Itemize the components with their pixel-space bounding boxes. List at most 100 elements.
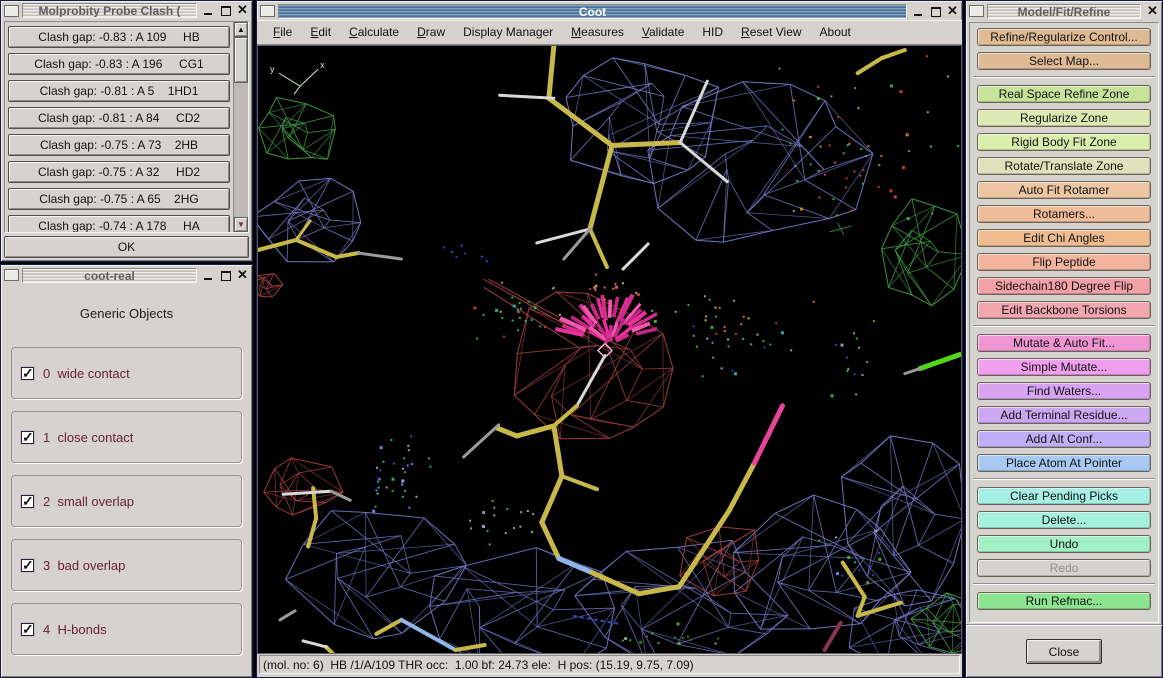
clash-items: Clash gap: -0.83 : A 109 HB Clash gap: -0… <box>5 22 233 232</box>
run-refmac-button[interactable]: Run Refmac... <box>977 592 1151 610</box>
menu-calculate[interactable]: Calculate <box>341 21 407 43</box>
ok-button[interactable]: OK <box>4 236 249 258</box>
generic-object-toggle[interactable]: 3 bad overlap <box>21 558 125 573</box>
clash-item-button[interactable]: Clash gap: -0.74 : A 178 HA <box>8 215 230 232</box>
generic-object-toggle[interactable]: 4 H-bonds <box>21 622 107 637</box>
mfr-window-titlebar[interactable]: Model/Fit/Refine ✕ <box>966 1 1162 20</box>
edit-backbone-torsions-button[interactable]: Edit Backbone Torsions <box>977 301 1151 319</box>
menu-draw[interactable]: Draw <box>409 21 453 43</box>
generic-object-label: 2 small overlap <box>43 494 134 509</box>
molprobity-clash-window: Molprobity Probe Clash ( ✕ Clash gap: -0… <box>0 0 253 262</box>
menu-file[interactable]: File <box>265 21 300 43</box>
menu-hid[interactable]: HID <box>694 21 731 43</box>
delete-button[interactable]: Delete... <box>977 511 1151 529</box>
scroll-down-icon[interactable]: ▼ <box>234 217 248 232</box>
checkbox-checked-icon[interactable] <box>21 559 34 572</box>
clear-pending-picks-button[interactable]: Clear Pending Picks <box>977 487 1151 505</box>
coot-main-window: Coot ✕ FileEditCalculateDrawDisplay Mana… <box>256 0 963 678</box>
maximize-icon[interactable] <box>929 5 942 18</box>
simple-mutate-button[interactable]: Simple Mutate... <box>977 358 1151 376</box>
refine-regularize-control-button[interactable]: Refine/Regularize Control... <box>977 28 1151 46</box>
generic-objects-heading: Generic Objects <box>1 306 252 321</box>
generic-object-frame: 0 wide contact <box>11 347 242 399</box>
rigid-body-fit-zone-button[interactable]: Rigid Body Fit Zone <box>977 133 1151 151</box>
close-icon[interactable]: ✕ <box>236 269 249 282</box>
desktop: Molprobity Probe Clash ( ✕ Clash gap: -0… <box>0 0 1163 678</box>
generic-object-toggle[interactable]: 0 wide contact <box>21 366 130 381</box>
gl-viewport-area: xy <box>257 45 962 654</box>
generic-object-toggle[interactable]: 2 small overlap <box>21 494 134 509</box>
maximize-icon[interactable] <box>219 269 232 282</box>
separator <box>973 583 1155 585</box>
minimize-icon[interactable] <box>202 4 215 17</box>
menu-measures[interactable]: Measures <box>563 21 632 43</box>
undo-button[interactable]: Undo <box>977 535 1151 553</box>
clash-item-button[interactable]: Clash gap: -0.83 : A 196 CG1 <box>8 53 230 75</box>
real-space-refine-zone-button[interactable]: Real Space Refine Zone <box>977 85 1151 103</box>
separator <box>973 325 1155 327</box>
clash-item-button[interactable]: Clash gap: -0.81 : A 84 CD2 <box>8 107 230 129</box>
generic-object-label: 4 H-bonds <box>43 622 107 637</box>
auto-fit-rotamer-button[interactable]: Auto Fit Rotamer <box>977 181 1151 199</box>
generic-window-titlebar[interactable]: coot-real ✕ <box>1 265 252 284</box>
clash-item-button[interactable]: Clash gap: -0.75 : A 32 HD2 <box>8 161 230 183</box>
generic-window-title: coot-real <box>22 268 197 283</box>
mutate-auto-fit-button[interactable]: Mutate & Auto Fit... <box>977 334 1151 352</box>
generic-object-toggle[interactable]: 1 close contact <box>21 430 133 445</box>
menu-display-manager[interactable]: Display Manager <box>455 21 561 43</box>
clash-item-button[interactable]: Clash gap: -0.81 : A 5 1HD1 <box>8 80 230 102</box>
rotamers-button[interactable]: Rotamers... <box>977 205 1151 223</box>
molecular-viewport[interactable]: xy <box>258 46 961 653</box>
minimize-icon[interactable] <box>912 5 925 18</box>
window-menu-icon[interactable] <box>969 5 984 17</box>
clash-item-button[interactable]: Clash gap: -0.75 : A 73 2HB <box>8 134 230 156</box>
maximize-icon[interactable] <box>219 4 232 17</box>
rotate-translate-zone-button[interactable]: Rotate/Translate Zone <box>977 157 1151 175</box>
menu-edit[interactable]: Edit <box>302 21 339 43</box>
sidechain180-degree-flip-button[interactable]: Sidechain180 Degree Flip <box>977 277 1151 295</box>
menu-validate[interactable]: Validate <box>634 21 693 43</box>
minimize-icon[interactable] <box>202 269 215 282</box>
checkbox-checked-icon[interactable] <box>21 495 34 508</box>
close-icon[interactable]: ✕ <box>1146 5 1159 18</box>
add-terminal-residue-button[interactable]: Add Terminal Residue... <box>977 406 1151 424</box>
window-menu-icon[interactable] <box>4 5 19 17</box>
regularize-zone-button[interactable]: Regularize Zone <box>977 109 1151 127</box>
find-waters-button[interactable]: Find Waters... <box>977 382 1151 400</box>
checkbox-checked-icon[interactable] <box>21 623 34 636</box>
window-menu-icon[interactable] <box>260 5 275 17</box>
edit-chi-angles-button[interactable]: Edit Chi Angles <box>977 229 1151 247</box>
close-icon[interactable]: ✕ <box>946 5 959 18</box>
ok-row: OK <box>1 235 252 261</box>
window-controls: ✕ <box>1144 5 1159 18</box>
separator <box>973 76 1155 78</box>
clash-item-button[interactable]: Clash gap: -0.75 : A 65 2HG <box>8 188 230 210</box>
axes-indicator: xy <box>270 60 325 94</box>
flip-peptide-button[interactable]: Flip Peptide <box>977 253 1151 271</box>
clash-item-button[interactable]: Clash gap: -0.83 : A 109 HB <box>8 26 230 48</box>
menu-about[interactable]: About <box>812 21 859 43</box>
place-atom-at-pointer-button[interactable]: Place Atom At Pointer <box>977 454 1151 472</box>
scrollbar-thumb[interactable] <box>234 37 248 83</box>
main-window-title: Coot <box>278 4 907 19</box>
checkbox-checked-icon[interactable] <box>21 367 34 380</box>
close-icon[interactable]: ✕ <box>236 4 249 17</box>
close-button[interactable]: Close <box>1026 639 1102 664</box>
generic-object-label: 0 wide contact <box>43 366 130 381</box>
window-menu-icon[interactable] <box>4 269 19 281</box>
status-text: (mol. no: 6) HB /1/A/109 THR occ: 1.00 b… <box>259 655 960 674</box>
menu-reset-view[interactable]: Reset View <box>733 21 809 43</box>
redo-button: Redo <box>977 559 1151 577</box>
add-alt-conf-button[interactable]: Add Alt Conf... <box>977 430 1151 448</box>
clash-window-titlebar[interactable]: Molprobity Probe Clash ( ✕ <box>1 1 252 19</box>
scroll-up-icon[interactable]: ▲ <box>234 22 248 37</box>
window-controls: ✕ <box>910 5 959 18</box>
select-map-button[interactable]: Select Map... <box>977 52 1151 70</box>
axis-label: y <box>270 64 275 74</box>
clash-list-scrollbar[interactable]: ▲ ▼ <box>233 22 248 232</box>
clash-list: Clash gap: -0.83 : A 109 HB Clash gap: -0… <box>4 21 249 233</box>
status-bar: (mol. no: 6) HB /1/A/109 THR occ: 1.00 b… <box>257 654 962 677</box>
generic-object-label: 3 bad overlap <box>43 558 125 573</box>
main-window-titlebar[interactable]: Coot ✕ <box>257 1 962 20</box>
checkbox-checked-icon[interactable] <box>21 431 34 444</box>
